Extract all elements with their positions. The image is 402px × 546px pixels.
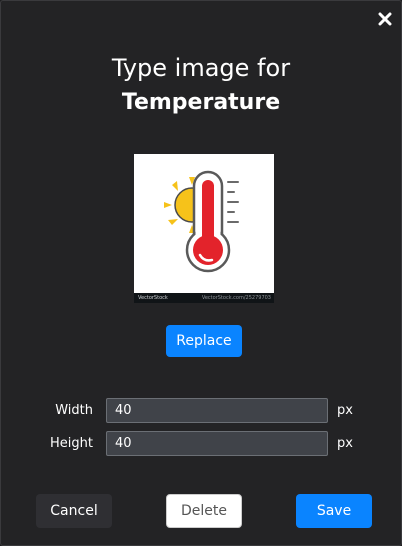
dialog-title: Type image for — [111, 54, 291, 82]
width-unit: px — [337, 403, 353, 418]
thermometer-sun-icon — [164, 170, 239, 273]
height-field[interactable] — [106, 431, 328, 456]
replace-button[interactable]: Replace — [166, 325, 242, 357]
image-preview: VectorStock VectorStock.com/25279703 — [134, 154, 274, 303]
height-label: Height — [50, 436, 93, 451]
cancel-button[interactable]: Cancel — [36, 494, 112, 528]
close-icon[interactable] — [377, 11, 393, 27]
watermark-ref: VectorStock.com/25279703 — [201, 295, 271, 301]
width-field[interactable] — [106, 398, 328, 423]
height-unit: px — [337, 436, 353, 451]
watermark-brand: VectorStock — [138, 295, 168, 301]
preview-watermark: VectorStock VectorStock.com/25279703 — [134, 293, 274, 303]
image-dialog: Type image for Temperature VectorStock V… — [0, 0, 402, 546]
save-button[interactable]: Save — [296, 494, 372, 528]
delete-button[interactable]: Delete — [166, 494, 242, 528]
width-label: Width — [55, 403, 93, 418]
dialog-subject: Temperature — [121, 90, 281, 115]
